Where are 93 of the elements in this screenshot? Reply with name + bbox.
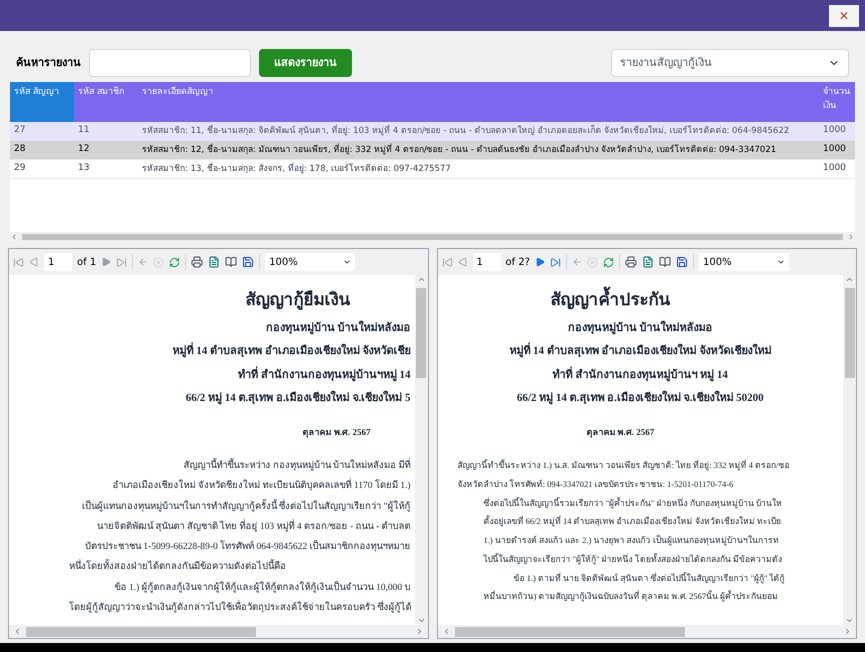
back-icon[interactable]	[572, 257, 582, 267]
report-title: สัญญาค้ำประกัน	[550, 287, 730, 312]
next-page-icon[interactable]	[101, 257, 112, 267]
print-layout-icon[interactable]	[208, 256, 220, 268]
column-header[interactable]: จำนวน เงิน	[819, 82, 855, 122]
scroll-thumb[interactable]	[844, 288, 854, 378]
report-text-line: นายจิตติพัฒน์ สุนันตา สัญชาติ ไทย ที่อยู่ 103 หมู่ที่ 4 ตรอก/ซอย - ถนน - ตำบลต	[97, 520, 410, 534]
refresh-icon[interactable]	[603, 256, 614, 268]
page-setup-icon[interactable]	[659, 256, 671, 268]
column-header[interactable]: รายละเอียดสัญญา	[138, 82, 819, 122]
report-text-line: สัญญานี้ทำขึ้นระหว่าง 1.) น.ส. มัณฑนา วอนเพียร สัญชาติ: ไทย ที่อยู่: 332 หมู่ที่ 4 ตรอก/ซอ	[458, 459, 790, 472]
scroll-left-icon[interactable]	[13, 627, 22, 636]
last-page-icon[interactable]	[116, 256, 128, 268]
search-label: ค้นหารายงาน	[16, 54, 81, 71]
scroll-down-icon[interactable]	[845, 616, 854, 625]
refresh-icon[interactable]	[169, 256, 180, 268]
next-page-icon[interactable]	[535, 257, 545, 267]
table-row[interactable]: 27 11 รหัสสมาชิก: 11, ชื่อ-นามสกุล: จิตติพัฒน์ สุนันตา, ที่อยู่: 103 หมู่ที่ 4 ตรอก/ซอย - ถนน - ตำบลตลาดใหญ่ อำเภอดอยสะเก็ด จังหวัดเชียงใหม่, เบอร์โทรติดต่อ: 064-9845622 1000	[10, 122, 855, 141]
report-text-line: เป็นผู้แทนกองทุนหมู่บ้านฯในการทำสัญญากู้ครั้งนี้ ซึ่งต่อไปในสัญญาเรียกว่า "ผู้ให้กู้	[82, 500, 410, 514]
column-header[interactable]: รหัส สมาชิก	[74, 82, 138, 122]
chevron-down-icon	[343, 258, 352, 266]
close-button[interactable]: ✕	[829, 4, 859, 26]
report-date: ตุลาคม พ.ศ. 2567	[302, 426, 372, 439]
print-icon[interactable]	[191, 256, 204, 268]
table-cell-text: 1000	[822, 143, 847, 156]
report-text-line: โดยผู้กู้สัญญาว่าจะนำเงินกู้ดังกล่าวไปใช้เพื่อวัตถุประสงค์ใช้จ่ายในครอบครัว ซึ่งผู้กู้ได้	[9, 600, 412, 615]
scroll-right-icon[interactable]	[843, 627, 852, 636]
search-field[interactable]	[89, 49, 251, 77]
back-icon[interactable]	[138, 257, 148, 267]
zoom-select[interactable]: 100%	[699, 253, 789, 271]
table-cell-text: 1000	[822, 162, 847, 176]
scroll-thumb[interactable]	[416, 288, 426, 378]
table-cell-text: รหัสสมาชิก: 13, ชื่อ-นามสกุล: สังจกร, ที่อยู่: 178, เบอร์โทรติดต่อ: 097-4275577	[141, 162, 452, 176]
report-text-line: ซึ่งต่อไปนี้ในสัญญานี้รวมเรียกว่า "ผู้ค้ำประกัน" ฝ่ายหนึ่ง กับกองทุนหมู่บ้าน บ้านให	[482, 496, 782, 510]
column-header[interactable]: รหัส สัญญา	[10, 82, 74, 122]
report-heading-line: กองทุนหมู่บ้าน บ้านใหม่หลังมอ	[568, 320, 713, 336]
scroll-up-icon[interactable]	[845, 275, 854, 284]
scroll-down-icon[interactable]	[416, 616, 426, 625]
report-text-line: ไปนี้ในสัญญาจะเรียกว่า "ผู้ให้กู้" ฝ่ายหนึ่ง โดยทั้งสองฝ่ายได้ตกลงกัน มีข้อความดัง	[482, 552, 782, 566]
export-icon[interactable]	[676, 256, 688, 268]
report-heading-line: หมู่ที่ 14 ตำบลสุเทพ อำเภอเมืองเชียงใหม่ จังหวัดเชีย	[172, 343, 410, 360]
scroll-right-icon[interactable]	[847, 233, 855, 241]
page-count: of 1	[77, 256, 96, 270]
table-row[interactable]: 28 12 รหัสสมาชิก: 12, ชื่อ-นามสกุล: มัณฑนา วอนเพียร, ที่อยู่: 332 หมู่ที่ 4 ตรอก/ซอย - ถนน - ตำบลต้นธงชัย อำเภอเมืองลำปาง จังหวัดลำปาง, เบอร์โทรติดต่อ: 094-3347021 1000	[10, 141, 855, 160]
report-text-line: ข้อ 1.) ตามที่ นาย จิตติพัฒน์ สุนันตา ซึ่งต่อไปนี้ในสัญญาเรียกว่า "ผู้กู้" ได้กู้	[512, 572, 785, 584]
report-text-line: 1.) นายดำรงค์ สงแก้ว และ 2.) นางยุพา สงแก้ว เป็นผู้แทนกองทุนหมู่บ้านฯในการท	[482, 534, 779, 547]
report-text-line: ตั้งอยู่เลขที่ 66/2 หมู่ที่ 14 ตำบลสุเทพ อำเภอเมืองเชียงใหม่ จังหวัดเชียงใหม่ ทะเบีย	[482, 515, 781, 528]
scroll-thumb[interactable]	[454, 626, 684, 636]
scroll-thumb[interactable]	[22, 234, 843, 240]
report-text-line: สัญญานี้ทำขึ้นระหว่าง กองทุนหมู่บ้าน บ้านใหม่หลังมอ มีที่	[183, 459, 410, 474]
zoom-select[interactable]: 100%	[265, 253, 356, 271]
report-type-select[interactable]: รายงานสัญญากู้เงิน	[611, 49, 849, 77]
report-heading-line: หมู่ที่ 14 ตำบลสุเทพ อำเภอเมืองเชียงใหม่ จังหวัดเชียงใหม่	[509, 343, 772, 360]
page-number-field[interactable]: 1	[44, 253, 72, 271]
report-heading-line: ทำที่ สำนักงานกองทุนหมู่บ้านฯ หมู่ 14	[552, 366, 728, 383]
table-cell-text: รหัสสมาชิก: 12, ชื่อ-นามสกุล: มัณฑนา วอนเพียร, ที่อยู่: 332 หมู่ที่ 4 ตรอก/ซอย - ถนน - ตำบลต้นธงชัย อำเภอเมืองลำปาง จังหวัดลำปาง, เบอร์โทรติดต่อ: 094-3347021	[141, 144, 778, 156]
table-cell-text: 11	[77, 124, 90, 138]
report-heading-line: 66/2 หมู่ 14 ต.สุเทพ อ.เมืองเชียงใหม่ จ.เชียงใหม่ 50200	[516, 390, 764, 406]
table-cell-text: 12	[77, 143, 90, 156]
page-number-field[interactable]: 1	[472, 253, 500, 271]
report-heading-line: 66/2 หมู่ 14 ต.สุเทพ อ.เมืองเชียงใหม่ จ.เชียงใหม่ 5	[186, 390, 410, 406]
print-layout-icon[interactable]	[642, 256, 654, 268]
report-text-line: หมื่นบาทถ้วน) ตามสัญญากู้เงินฉบับลงวันที่ ตุลาคม พ.ศ. 2567นั้น ผู้ค้ำประกันยอม	[482, 590, 778, 603]
report-title: สัญญากู้ยืมเงิน	[246, 289, 352, 312]
show-report-button[interactable]: แสดงรายงาน	[259, 49, 352, 77]
table-cell-text: รหัสสมาชิก: 11, ชื่อ-นามสกุล: จิตติพัฒน์ สุนันตา, ที่อยู่: 103 หมู่ที่ 4 ตรอก/ซอย - ถนน - ตำบลตลาดใหญ่ อำเภอดอยสะเก็ด จังหวัดเชียงใหม่, เบอร์โทรติดต่อ: 064-9845622	[141, 124, 790, 138]
report-heading-line: ทำที่ สำนักงานกองทุนหมู่บ้านฯหมู่ 14	[238, 366, 410, 383]
table-cell-text: 1000	[822, 124, 847, 138]
table-cell-text: 29	[13, 162, 26, 176]
scroll-up-icon[interactable]	[416, 275, 426, 284]
table-cell-text: 13	[77, 162, 90, 176]
first-page-icon[interactable]	[442, 256, 452, 268]
export-icon[interactable]	[242, 256, 254, 268]
previous-page-icon[interactable]	[458, 257, 468, 267]
report-text-line: บัตรประชาชน 1-5099-66228-89-0 โทรศัพท์ 064-9845622 เป็นสมาชิกกองทุนฯหมาย	[84, 540, 410, 554]
table-cell-text: 27	[13, 124, 26, 138]
previous-page-icon[interactable]	[29, 257, 39, 267]
table-cell-text: 28	[13, 143, 26, 156]
report-text-line: ข้อ 1.) ผู้กู้ตกลงกู้เงินจากผู้ให้กู้และผู้ให้กู้ตกลงให้กู้เงินเป็นจำนวน 10,000 บ	[114, 580, 410, 594]
table-row[interactable]: 29 13 รหัสสมาชิก: 13, ชื่อ-นามสกุล: สังจกร, ที่อยู่: 178, เบอร์โทรติดต่อ: 097-4275577 1000	[10, 160, 855, 179]
page-setup-icon[interactable]	[225, 256, 238, 268]
print-icon[interactable]	[625, 256, 637, 268]
report-text-line: อำเภอเมืองเชียงใหม่ จังหวัดชียงใหม่ ทะเบียนนิติบุคคลเลขที่ 1170 โดยมี 1.)	[112, 479, 410, 494]
scroll-left-icon[interactable]	[10, 233, 18, 241]
last-page-icon[interactable]	[550, 256, 561, 268]
report-text-line: จังหวัดลำปาง โทรศัพท์: 094-3347021 เลขบัตรประชาชน: 1-5201-01170-74-6	[458, 478, 734, 490]
report-date: ตุลาคม พ.ศ. 2567	[586, 426, 656, 439]
first-page-icon[interactable]	[13, 256, 24, 268]
scroll-thumb[interactable]	[26, 626, 256, 636]
report-text-line: หนึ่งโดยทั้งสองฝ่ายได้ตกลงกันมีข้อความดังต่อไปนี้คือ	[9, 560, 286, 574]
chevron-down-icon	[777, 258, 785, 266]
report-heading-line: กองทุนหมู่บ้าน บ้านใหม่หลังมอ	[266, 320, 410, 336]
page-count: of 2?	[506, 256, 530, 270]
